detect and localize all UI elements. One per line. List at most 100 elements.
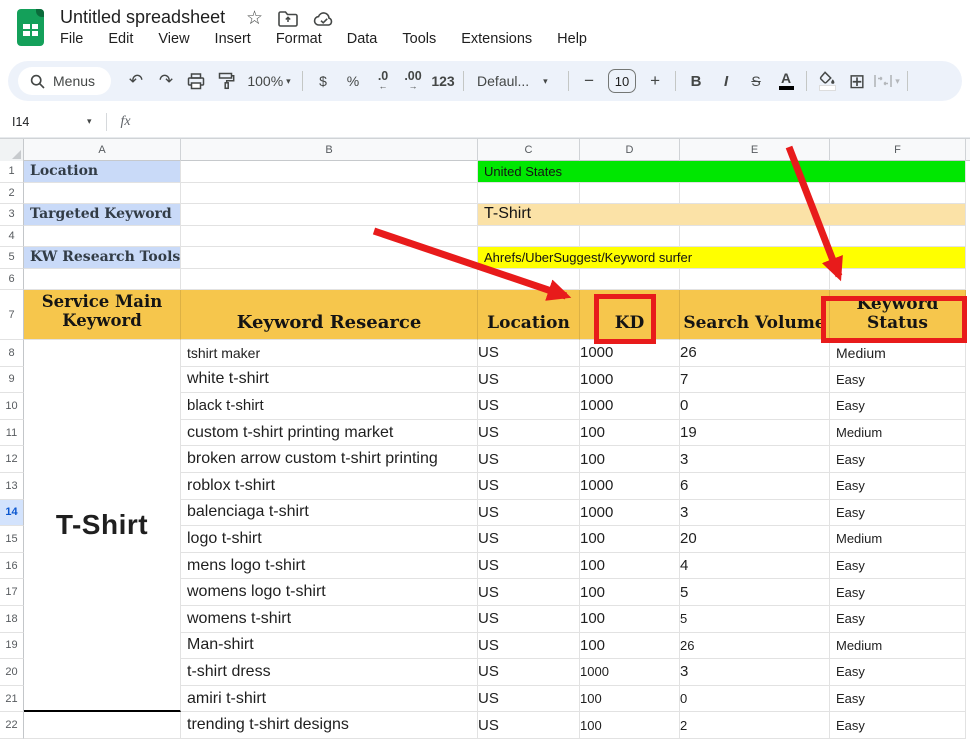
font-family-select[interactable]: Defaul...▾ xyxy=(469,73,563,89)
keyword-cell[interactable]: tshirt maker xyxy=(181,340,478,367)
more-formats-button[interactable]: 123 xyxy=(428,73,458,89)
location-cell[interactable]: US xyxy=(478,473,580,500)
cell[interactable] xyxy=(181,269,478,291)
text-color-button[interactable]: A xyxy=(771,72,801,90)
column-header-A[interactable]: A xyxy=(24,139,181,161)
sheets-logo-icon[interactable] xyxy=(17,9,44,46)
menu-format[interactable]: Format xyxy=(276,31,322,47)
search-volume-cell[interactable]: 0 xyxy=(680,393,830,420)
kd-cell[interactable]: 100 xyxy=(580,553,680,580)
status-cell[interactable]: Easy xyxy=(830,686,966,713)
kd-cell[interactable]: 100 xyxy=(580,686,680,713)
location-cell[interactable]: US xyxy=(478,340,580,367)
row-header-22[interactable]: 22 xyxy=(0,712,24,739)
increase-font-size-button[interactable]: + xyxy=(640,71,670,91)
info-value-cell[interactable]: T-Shirt xyxy=(478,204,966,226)
star-icon[interactable]: ☆ xyxy=(246,9,263,29)
location-cell[interactable]: US xyxy=(478,393,580,420)
kd-cell[interactable]: 100 xyxy=(580,420,680,447)
info-label-cell[interactable]: KW Research Tools xyxy=(24,247,181,269)
location-cell[interactable]: US xyxy=(478,553,580,580)
row-header-16[interactable]: 16 xyxy=(0,553,24,580)
keyword-cell[interactable]: amiri t-shirt xyxy=(181,686,478,713)
zoom-select[interactable]: 100%▾ xyxy=(241,73,297,89)
location-cell[interactable]: US xyxy=(478,659,580,686)
cell[interactable] xyxy=(24,269,181,291)
print-button[interactable] xyxy=(181,73,211,90)
menu-help[interactable]: Help xyxy=(557,31,587,47)
format-currency-button[interactable]: $ xyxy=(308,73,338,89)
paint-format-button[interactable] xyxy=(211,72,241,90)
cell[interactable] xyxy=(24,226,181,248)
cell[interactable] xyxy=(181,247,478,269)
cell[interactable] xyxy=(830,269,966,291)
row-header-18[interactable]: 18 xyxy=(0,606,24,633)
search-volume-cell[interactable]: 20 xyxy=(680,526,830,553)
keyword-cell[interactable]: Man-shirt xyxy=(181,633,478,660)
location-cell[interactable]: US xyxy=(478,446,580,473)
search-volume-cell[interactable]: 26 xyxy=(680,340,830,367)
row-header-6[interactable]: 6 xyxy=(0,269,24,291)
location-cell[interactable]: US xyxy=(478,712,580,739)
kd-cell[interactable]: 100 xyxy=(580,579,680,606)
location-cell[interactable]: US xyxy=(478,420,580,447)
row-header-11[interactable]: 11 xyxy=(0,420,24,447)
keyword-cell[interactable]: logo t-shirt xyxy=(181,526,478,553)
row-header-1[interactable]: 1 xyxy=(0,161,24,183)
kd-cell[interactable]: 1000 xyxy=(580,500,680,527)
kd-cell[interactable]: 100 xyxy=(580,633,680,660)
kd-cell[interactable]: 100 xyxy=(580,712,680,739)
search-volume-cell[interactable]: 5 xyxy=(680,579,830,606)
info-label-cell[interactable]: Targeted Keyword xyxy=(24,204,181,226)
row-header-7[interactable]: 7 xyxy=(0,290,24,340)
kd-cell[interactable]: 1000 xyxy=(580,393,680,420)
keyword-cell[interactable]: t-shirt dress xyxy=(181,659,478,686)
search-volume-cell[interactable]: 4 xyxy=(680,553,830,580)
keyword-cell[interactable]: black t-shirt xyxy=(181,393,478,420)
location-cell[interactable]: US xyxy=(478,579,580,606)
merge-cells-button[interactable]: ▾ xyxy=(872,74,902,88)
search-volume-cell[interactable]: 3 xyxy=(680,446,830,473)
select-all-corner[interactable] xyxy=(0,139,24,161)
row-header-10[interactable]: 10 xyxy=(0,393,24,420)
info-value-cell[interactable]: Ahrefs/UberSuggest/Keyword surfer xyxy=(478,247,966,269)
status-cell[interactable]: Easy xyxy=(830,367,966,394)
keyword-cell[interactable]: broken arrow custom t-shirt printing xyxy=(181,446,478,473)
strikethrough-button[interactable]: S xyxy=(741,73,771,89)
location-cell[interactable]: US xyxy=(478,606,580,633)
move-to-folder-icon[interactable] xyxy=(278,11,298,27)
format-percent-button[interactable]: % xyxy=(338,73,368,89)
keyword-cell[interactable]: womens logo t-shirt xyxy=(181,579,478,606)
search-volume-cell[interactable]: 3 xyxy=(680,500,830,527)
undo-button[interactable]: ↶ xyxy=(121,71,151,91)
cell[interactable] xyxy=(680,226,830,248)
row-header-15[interactable]: 15 xyxy=(0,526,24,553)
kd-cell[interactable]: 100 xyxy=(580,606,680,633)
info-label-cell[interactable]: Location xyxy=(24,161,181,183)
row-header-17[interactable]: 17 xyxy=(0,579,24,606)
menu-file[interactable]: File xyxy=(60,31,83,47)
redo-button[interactable]: ↷ xyxy=(151,71,181,91)
menu-view[interactable]: View xyxy=(158,31,189,47)
info-value-cell[interactable]: United States xyxy=(478,161,966,183)
menu-extensions[interactable]: Extensions xyxy=(461,31,532,47)
row-header-5[interactable]: 5 xyxy=(0,247,24,269)
column-header-E[interactable]: E xyxy=(680,139,830,161)
main-keyword-merged-cell[interactable]: T-Shirt xyxy=(24,340,181,712)
cell[interactable] xyxy=(181,183,478,205)
kd-cell[interactable]: 1000 xyxy=(580,659,680,686)
cell[interactable] xyxy=(478,183,580,205)
keyword-cell[interactable]: roblox t-shirt xyxy=(181,473,478,500)
increase-decimal-button[interactable]: .00→ xyxy=(398,71,428,91)
location-cell[interactable]: US xyxy=(478,633,580,660)
status-cell[interactable]: Medium xyxy=(830,526,966,553)
status-cell[interactable]: Easy xyxy=(830,500,966,527)
row-header-4[interactable]: 4 xyxy=(0,226,24,248)
kd-cell[interactable]: 1000 xyxy=(580,473,680,500)
cell[interactable] xyxy=(580,183,680,205)
search-volume-cell[interactable]: 6 xyxy=(680,473,830,500)
cell[interactable] xyxy=(580,226,680,248)
column-header-B[interactable]: B xyxy=(181,139,478,161)
status-cell[interactable]: Easy xyxy=(830,659,966,686)
search-volume-cell[interactable]: 26 xyxy=(680,633,830,660)
